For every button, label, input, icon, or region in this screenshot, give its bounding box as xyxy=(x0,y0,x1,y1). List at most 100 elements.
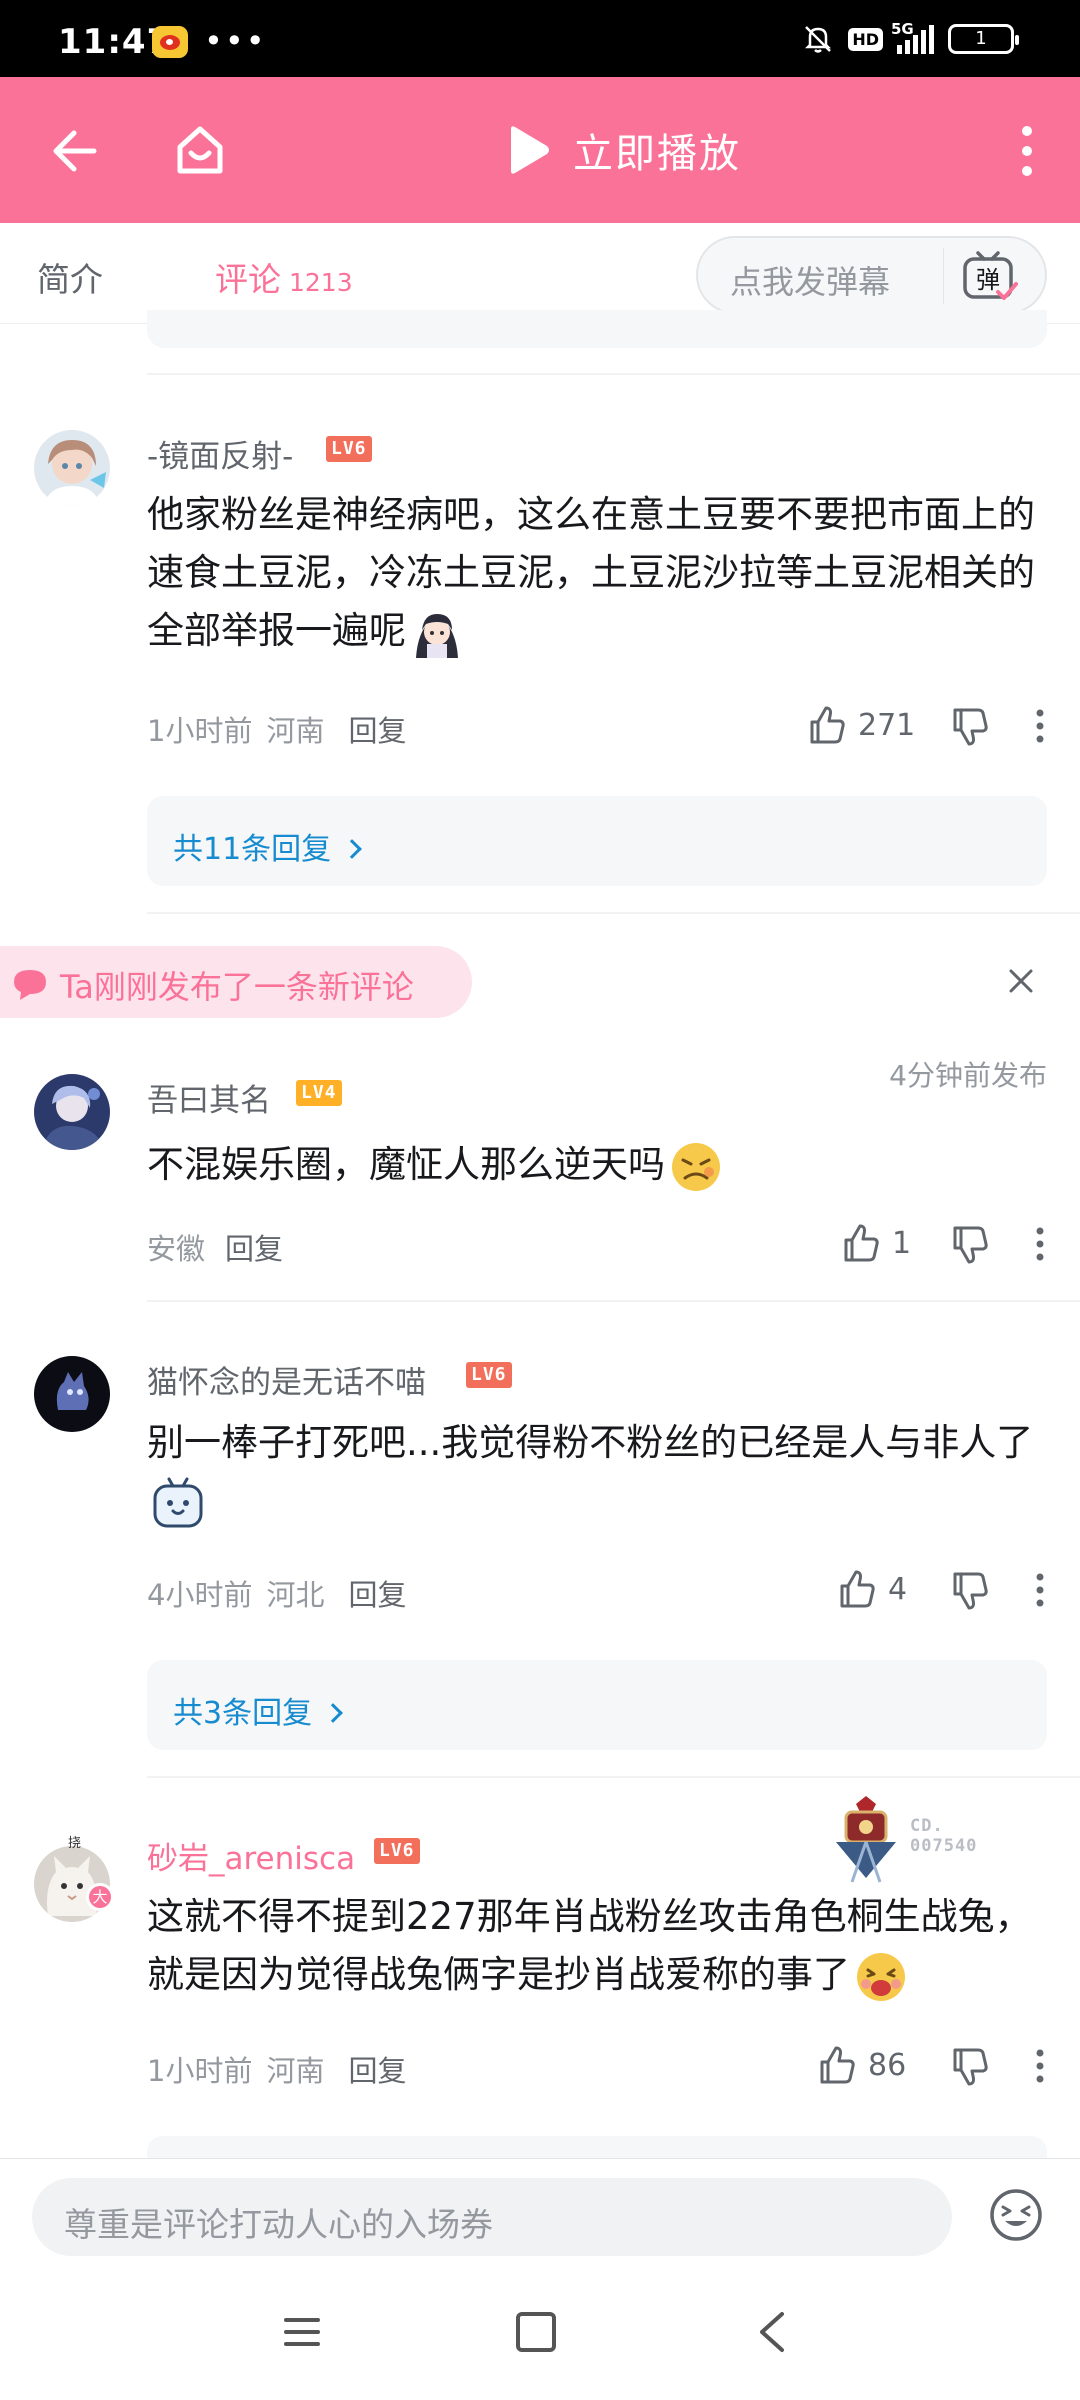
fan-medal-id: CD. 007540 xyxy=(910,1816,977,1856)
cell-signal-icon: 5G xyxy=(891,20,934,54)
thumbs-down-icon[interactable] xyxy=(949,706,991,748)
comment-location: 安徽 xyxy=(147,1232,206,1266)
comment-location: 河南 xyxy=(266,2054,325,2088)
like-button[interactable]: 271 xyxy=(806,704,915,746)
emoji-picker-icon[interactable] xyxy=(988,2187,1044,2243)
avatar[interactable] xyxy=(34,1074,110,1150)
play-now-label: 立即播放 xyxy=(573,131,741,177)
like-button[interactable]: 1 xyxy=(840,1222,911,1264)
play-icon xyxy=(511,126,549,174)
chevron-right-icon xyxy=(342,839,363,859)
view-replies-button[interactable]: 共11条回复 xyxy=(147,796,1047,886)
divider xyxy=(147,912,1080,914)
comment-more-icon[interactable] xyxy=(1034,2048,1046,2084)
user-level-badge: LV6 xyxy=(466,1362,512,1388)
reply-button[interactable]: 回复 xyxy=(348,1572,406,1614)
like-button[interactable]: 86 xyxy=(816,2044,906,2086)
comment-username[interactable]: 吾曰其名 xyxy=(147,1075,271,1120)
reply-button[interactable]: 回复 xyxy=(348,2048,406,2090)
network-type: 5G xyxy=(891,20,914,38)
new-comment-notice[interactable]: Ta刚刚发布了一条新评论 xyxy=(0,946,472,1018)
comment-text: 他家粉丝是神经病吧，这么在意土豆要不要把市面上的速食土豆泥，冷冻土豆泥，土豆泥沙… xyxy=(147,486,1052,660)
comment-username[interactable]: -镜面反射- xyxy=(147,431,293,476)
user-level-badge: LV6 xyxy=(374,1838,420,1864)
comment-text: 这就不得不提到227那年肖战粉丝攻击角色桐生战兔，就是因为觉得战兔俩字是抄肖战爱… xyxy=(147,1888,1052,2004)
comment-more-icon[interactable] xyxy=(1034,1572,1046,1608)
tab-intro[interactable]: 简介 xyxy=(37,253,103,301)
big-member-badge: 大 xyxy=(86,1883,114,1911)
weibo-notification-icon xyxy=(152,26,188,58)
comment-username[interactable]: 砂岩_arenisca xyxy=(147,1833,355,1878)
tab-comments-label: 评论 xyxy=(215,260,281,299)
status-bar: 11:47 ••• HD 5G 1 xyxy=(0,0,1080,77)
tv-mascot-emoji-icon xyxy=(153,1477,203,1527)
more-options-icon[interactable] xyxy=(1012,123,1042,179)
comment-more-icon[interactable] xyxy=(1034,708,1046,744)
drooling-face-emoji-icon xyxy=(857,1952,905,2001)
screen: 11:47 ••• HD 5G 1 立即播放 简介 评论 1213 点我发弹幕 … xyxy=(0,0,1080,2400)
chat-bubble-icon xyxy=(14,970,46,1000)
chevron-right-icon xyxy=(323,1703,343,1723)
comment-meta: 4小时前 河北 回复 xyxy=(147,1572,406,1614)
previous-reply-box[interactable] xyxy=(147,310,1047,348)
comment-username[interactable]: 猫怀念的是无话不喵 xyxy=(147,1357,426,1402)
comment-composer: 尊重是评论打动人心的入场券 xyxy=(0,2158,1080,2268)
play-now-button[interactable]: 立即播放 xyxy=(505,117,741,183)
danmaku-icon-char: 弹 xyxy=(976,266,1000,294)
battery-icon: 1 xyxy=(948,24,1019,54)
avatar[interactable] xyxy=(34,1356,110,1432)
comment-input-placeholder: 尊重是评论打动人心的入场券 xyxy=(64,2205,493,2244)
fan-medal-id-line2: 007540 xyxy=(910,1836,978,1856)
thumbs-down-icon[interactable] xyxy=(949,1570,991,1612)
recent-apps-icon[interactable] xyxy=(282,2312,322,2352)
user-level-badge: LV6 xyxy=(326,436,372,462)
thumbs-up-icon xyxy=(810,706,845,744)
system-home-icon[interactable] xyxy=(516,2312,556,2352)
system-nav-bar xyxy=(0,2268,1080,2400)
view-replies-button[interactable]: 共3条回复 xyxy=(147,1660,1047,1750)
thumbs-down-icon[interactable] xyxy=(949,2046,991,2088)
video-top-bar: 立即播放 xyxy=(0,77,1080,223)
danmaku-input[interactable]: 点我发弹幕 弹 xyxy=(696,236,1047,314)
like-count: 86 xyxy=(868,2047,907,2083)
avatar[interactable] xyxy=(34,430,110,506)
comment-input[interactable]: 尊重是评论打动人心的入场券 xyxy=(32,2178,952,2256)
comment-count: 1213 xyxy=(289,268,353,297)
comment-text-body: 他家粉丝是神经病吧，这么在意土豆要不要把市面上的速食土豆泥，冷冻土豆泥，土豆泥沙… xyxy=(147,493,1035,652)
publish-time: 4分钟前发布 xyxy=(889,1059,1047,1092)
comment-time: 1小时前 xyxy=(147,2054,253,2088)
comment-location: 河南 xyxy=(266,714,325,748)
thumbs-up-icon xyxy=(820,2046,855,2084)
danmaku-toggle-icon[interactable]: 弹 xyxy=(962,250,1018,302)
fan-medal-id-line1: CD. xyxy=(910,1816,944,1836)
comment-meta: 1小时前 河南 回复 xyxy=(147,2048,406,2090)
close-icon[interactable] xyxy=(1008,968,1034,994)
user-level-badge: LV4 xyxy=(296,1080,342,1106)
comment-text: 别一棒子打死吧...我觉得粉不粉丝的已经是人与非人了 xyxy=(147,1414,1052,1530)
back-arrow-icon[interactable] xyxy=(48,125,100,177)
home-icon[interactable] xyxy=(172,121,228,177)
more-notifications-indicator: ••• xyxy=(204,22,267,60)
like-count: 4 xyxy=(888,1571,908,1607)
replies-count-label: 共11条回复 xyxy=(173,832,332,867)
comment-text-body: 不混娱乐圈，魔怔人那么逆天吗 xyxy=(147,1143,665,1186)
comment-time: 4小时前 xyxy=(147,1578,253,1612)
like-count: 271 xyxy=(858,707,916,743)
reply-button[interactable]: 回复 xyxy=(225,1226,283,1268)
comment-meta: 安徽 回复 xyxy=(147,1226,283,1268)
like-button[interactable]: 4 xyxy=(836,1568,907,1610)
divider xyxy=(147,373,1080,375)
divider xyxy=(147,1776,1080,1778)
bell-muted-icon xyxy=(805,26,832,53)
tab-comments[interactable]: 评论 1213 xyxy=(215,253,353,301)
comment-more-icon[interactable] xyxy=(1034,1226,1046,1262)
battery-level: 1 xyxy=(975,28,987,49)
hd-voice-badge: HD xyxy=(848,27,883,51)
divider xyxy=(147,1300,1080,1302)
comment-time: 1小时前 xyxy=(147,714,253,748)
comment-text-body: 别一棒子打死吧...我觉得粉不粉丝的已经是人与非人了 xyxy=(147,1421,1034,1464)
reply-button[interactable]: 回复 xyxy=(348,708,406,750)
system-back-icon[interactable] xyxy=(754,2310,790,2354)
thumbs-up-icon xyxy=(840,1570,875,1608)
thumbs-down-icon[interactable] xyxy=(949,1224,991,1266)
